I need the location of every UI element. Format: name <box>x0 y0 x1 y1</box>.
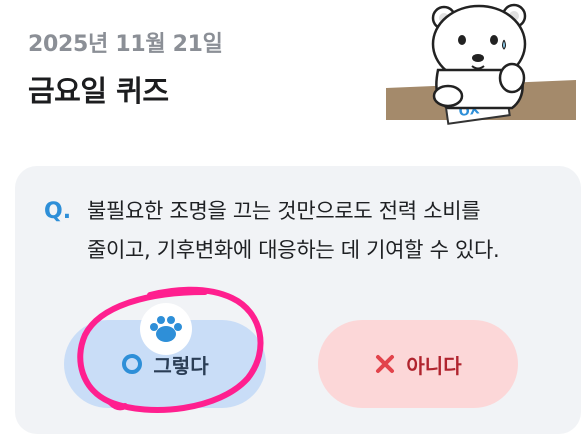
polar-bear-mascot-icon: OX <box>386 3 576 125</box>
question-line-1: 불필요한 조명을 끄는 것만으로도 전력 소비를 <box>87 199 481 223</box>
question-line-2: 줄이고, 기후변화에 대응하는 데 기여할 수 있다. <box>87 238 500 262</box>
question-marker: Q. <box>44 199 72 224</box>
x-mark-icon <box>376 355 395 373</box>
circle-o-icon <box>122 354 143 374</box>
answer-no-label: 아니다 <box>406 353 462 378</box>
question-text: 불필요한 조명을 끄는 것만으로도 전력 소비를 줄이고, 기후변화에 대응하는… <box>87 192 557 270</box>
answer-no-button[interactable]: 아니다 <box>318 320 518 408</box>
selected-paw-badge <box>140 303 192 355</box>
page-title: 금요일 퀴즈 <box>28 74 169 108</box>
quiz-date: 2025년 11월 21일 <box>28 32 223 57</box>
paw-icon <box>150 316 182 342</box>
